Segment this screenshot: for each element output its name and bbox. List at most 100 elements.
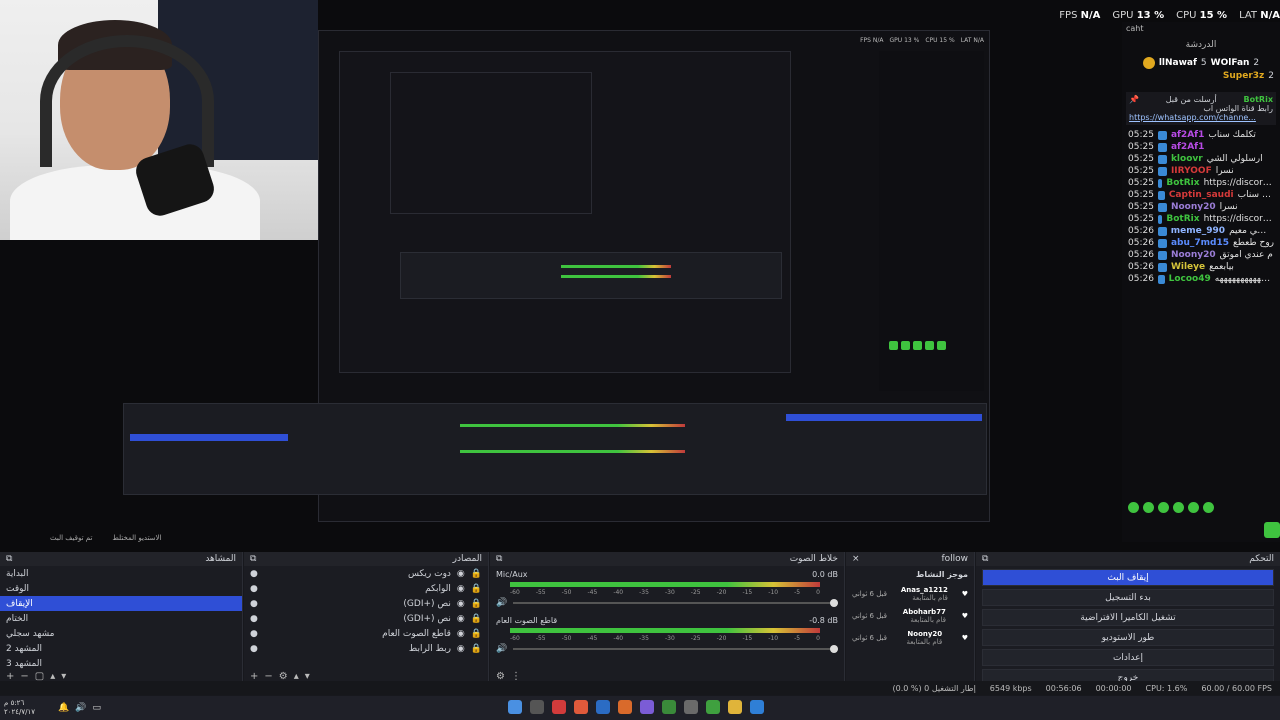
- fps-readout: 60.00 / 60.00 FPS: [1201, 683, 1272, 693]
- source-item[interactable]: ● ربط الرابط ◉ 🔒: [244, 641, 488, 656]
- volume-slider[interactable]: [513, 599, 838, 607]
- visibility-icon[interactable]: ◉: [457, 569, 465, 579]
- source-type-icon: ●: [250, 583, 258, 594]
- app-icon[interactable]: [530, 700, 544, 714]
- dock-close-icon[interactable]: ×: [852, 554, 860, 564]
- app-icon[interactable]: [596, 700, 610, 714]
- chat-time: 05:25: [1128, 166, 1154, 176]
- dock-popout-icon[interactable]: ⧉: [496, 554, 502, 564]
- chat-text: نسرا: [1215, 166, 1234, 176]
- chat-username[interactable]: Noony20: [1171, 250, 1216, 260]
- remove-source-icon[interactable]: −: [264, 671, 272, 682]
- chat-username[interactable]: BotRix: [1166, 214, 1199, 224]
- follow-dock: × follow موجز النشاط قبل 6 ثواني Anas_a121…: [846, 552, 975, 684]
- control-button[interactable]: إعدادات: [982, 649, 1274, 666]
- chat-username[interactable]: meme_990: [1171, 226, 1225, 236]
- lock-icon[interactable]: 🔒: [471, 629, 482, 639]
- visibility-icon[interactable]: ◉: [457, 584, 465, 594]
- lock-icon[interactable]: 🔒: [471, 599, 482, 609]
- add-source-icon[interactable]: +: [250, 671, 258, 682]
- mixer-channel: Mic/Aux 0.0 dB -60 -55 -50 -45 -40 -35 -30 -25 -20…: [490, 566, 844, 612]
- user-badge-icon: [1157, 274, 1165, 284]
- lock-icon[interactable]: 🔒: [471, 584, 482, 594]
- source-settings-icon[interactable]: ⚙: [279, 671, 288, 682]
- lock-icon[interactable]: 🔒: [471, 644, 482, 654]
- move-up-icon[interactable]: ▴: [294, 671, 299, 682]
- nested-docks: [400, 252, 782, 299]
- taskbar-clock[interactable]: ٥:٢٦ م ٢٠٢٤/٧/١٧: [0, 699, 48, 717]
- remove-scene-icon[interactable]: −: [20, 671, 28, 682]
- control-button[interactable]: طور الاستوديو: [982, 629, 1274, 646]
- chat-leaderboard: llNawaf 5 WOlFan 2: [1122, 56, 1280, 70]
- chat-send-button[interactable]: [1264, 522, 1280, 538]
- chat-username[interactable]: Noony20: [1171, 202, 1216, 212]
- source-item[interactable]: ● قاطع الصوت العام ◉ 🔒: [244, 626, 488, 641]
- dock-popout-icon[interactable]: ⧉: [250, 554, 256, 564]
- scene-item[interactable]: البداية: [0, 566, 242, 581]
- dock-popout-icon[interactable]: ⧉: [6, 554, 12, 564]
- visibility-icon[interactable]: ◉: [457, 629, 465, 639]
- scene-filter-icon[interactable]: ▢: [35, 671, 44, 682]
- source-item[interactable]: ● (GDI+) نص ◉ 🔒: [244, 611, 488, 626]
- studio-mode-toggle[interactable]: الاستديو المختلط: [112, 534, 161, 546]
- chat-message: 05:26 abu_7md15 روح طعطع: [1122, 237, 1280, 249]
- control-button[interactable]: بدء التسجيل: [982, 589, 1274, 606]
- app-icon[interactable]: [574, 700, 588, 714]
- chat-username[interactable]: IIRYOOF: [1171, 166, 1212, 176]
- chrome-icon[interactable]: [706, 700, 720, 714]
- obs-mode-bar: تم توقيف البث الاستديو المختلط: [0, 534, 250, 546]
- scene-item[interactable]: الإيقاف: [0, 596, 242, 611]
- notification-icon[interactable]: 🔔: [58, 703, 69, 713]
- chat-username[interactable]: Locoo49: [1169, 274, 1211, 284]
- chat-username[interactable]: abu_7md15: [1171, 238, 1229, 248]
- meter-tick: -25: [690, 589, 701, 596]
- windows-start-icon[interactable]: [750, 700, 764, 714]
- add-scene-icon[interactable]: +: [6, 671, 14, 682]
- scene-item[interactable]: الختام: [0, 611, 242, 626]
- volume-slider[interactable]: [513, 645, 838, 653]
- meter-tick: -35: [639, 635, 649, 642]
- browser-icon[interactable]: [618, 700, 632, 714]
- scene-item[interactable]: الوقت: [0, 581, 242, 596]
- move-up-icon[interactable]: ▴: [50, 671, 55, 682]
- mute-icon[interactable]: 🔊: [496, 598, 507, 608]
- app-icon[interactable]: [662, 700, 676, 714]
- chat-username[interactable]: af2Af1: [1171, 130, 1204, 140]
- network-icon[interactable]: ▭: [92, 703, 101, 713]
- chat-username[interactable]: Captin_saudi: [1169, 190, 1234, 200]
- chat-username[interactable]: Wileye: [1171, 262, 1205, 272]
- chat-time: 05:25: [1128, 190, 1154, 200]
- lock-icon[interactable]: 🔒: [471, 569, 482, 579]
- chat-username[interactable]: BotRix: [1166, 178, 1199, 188]
- move-down-icon[interactable]: ▾: [61, 671, 66, 682]
- pinned-message[interactable]: 📌 أرسلت من قبل BotRix رابط قناة الواتس ا…: [1126, 92, 1276, 125]
- chat-username[interactable]: kloovr: [1171, 154, 1203, 164]
- visibility-icon[interactable]: ◉: [457, 599, 465, 609]
- source-item[interactable]: ● الوابكم ◉ 🔒: [244, 581, 488, 596]
- mixer-menu-icon[interactable]: ⋮: [511, 671, 521, 682]
- meter-tick: -10: [768, 589, 779, 596]
- mixer-settings-icon[interactable]: ⚙: [496, 671, 505, 682]
- visibility-icon[interactable]: ◉: [457, 614, 465, 624]
- scene-item[interactable]: المشهد 2: [0, 641, 242, 656]
- scenes-list: البداية الوقت الإيقاف الختام مشهد سجلي المشهد…: [0, 566, 242, 671]
- folder-icon[interactable]: [728, 700, 742, 714]
- volume-icon[interactable]: 🔊: [75, 703, 86, 713]
- visibility-icon[interactable]: ◉: [457, 644, 465, 654]
- app-icon[interactable]: [684, 700, 698, 714]
- meter-tick: -20: [716, 635, 727, 642]
- source-item[interactable]: ● (GDI+) نص ◉ 🔒: [244, 596, 488, 611]
- app-icon[interactable]: [552, 700, 566, 714]
- chat-username[interactable]: af2Af1: [1171, 142, 1204, 152]
- app-icon[interactable]: [640, 700, 654, 714]
- control-button[interactable]: إيقاف البث: [982, 569, 1274, 586]
- dock-popout-icon[interactable]: ⧉: [982, 554, 988, 564]
- lock-icon[interactable]: 🔒: [471, 614, 482, 624]
- mute-icon[interactable]: 🔊: [496, 644, 507, 654]
- move-down-icon[interactable]: ▾: [305, 671, 310, 682]
- chat-text: https://discord.gg/cGWC6KDcnr: [1203, 214, 1274, 224]
- scene-item[interactable]: مشهد سجلي: [0, 626, 242, 641]
- control-button[interactable]: تشغيل الكاميرا الافتراضية: [982, 609, 1274, 626]
- source-item[interactable]: ● دوت ريكس ◉ 🔒: [244, 566, 488, 581]
- app-icon[interactable]: [508, 700, 522, 714]
